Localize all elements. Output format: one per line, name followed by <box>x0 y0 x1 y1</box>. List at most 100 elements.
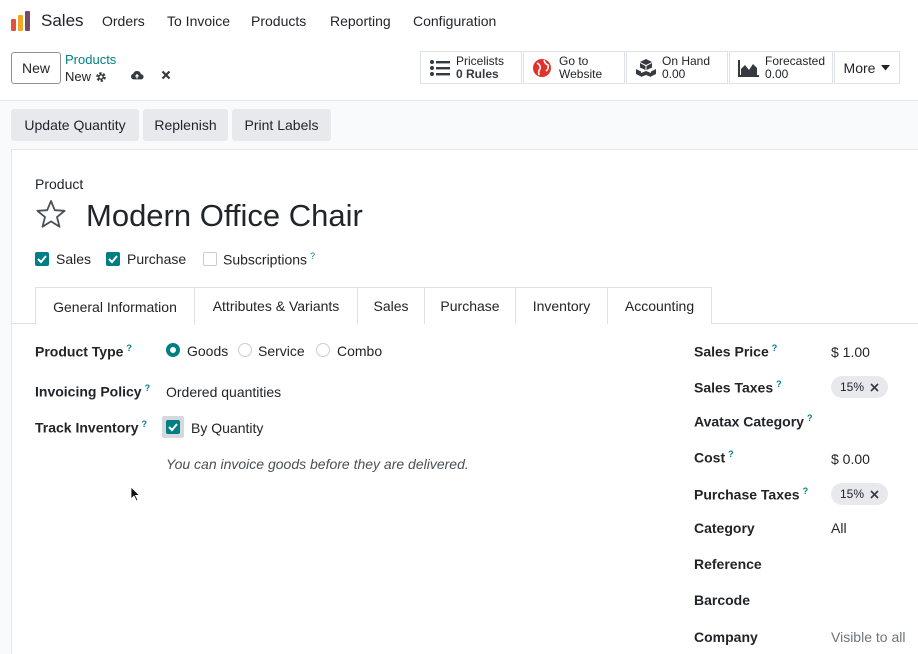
sales-tax-tag[interactable]: 15% <box>831 376 889 398</box>
help-tooltip-icon[interactable]: ? <box>145 383 151 393</box>
purchase-taxes-label-text: Purchase Taxes <box>694 486 800 503</box>
tab-attributes-variants[interactable]: Attributes & Variants <box>194 287 358 324</box>
new-button[interactable]: New <box>11 52 61 84</box>
more-label: More <box>843 59 876 76</box>
check-icon <box>108 255 118 264</box>
menu-configuration[interactable]: Configuration <box>413 13 496 29</box>
combo-radio[interactable] <box>316 343 330 357</box>
tab-general-information[interactable]: General Information <box>35 287 195 325</box>
more-button[interactable]: More <box>834 51 900 84</box>
on-hand-label: On Hand <box>662 53 711 68</box>
sales-taxes-label-text: Sales Taxes <box>694 379 774 396</box>
menu-reporting[interactable]: Reporting <box>330 13 391 29</box>
tab-purchase[interactable]: Purchase <box>424 287 516 324</box>
combo-radio-label[interactable]: Combo <box>337 343 382 359</box>
control-panel: New Products New Pricelists 0 Rules Go to… <box>0 42 918 101</box>
product-type-label-text: Product Type <box>35 343 124 360</box>
invoicing-policy-label-text: Invoicing Policy <box>35 383 142 400</box>
go-to-label: Go to <box>559 53 589 68</box>
category-label: Category <box>694 520 755 536</box>
menu-products[interactable]: Products <box>251 13 306 29</box>
avatax-category-label: Avatax Category? <box>694 413 812 430</box>
product-name-input[interactable]: Modern Office Chair <box>86 198 363 234</box>
print-labels-button[interactable]: Print Labels <box>232 109 331 141</box>
check-icon <box>37 255 47 264</box>
globe-icon <box>533 58 551 77</box>
purchase-tax-tag-label: 15% <box>840 487 865 501</box>
remove-tag-icon[interactable] <box>870 382 879 392</box>
subscriptions-label-text: Subscriptions <box>223 251 308 268</box>
goods-radio-label[interactable]: Goods <box>187 343 228 359</box>
app-name[interactable]: Sales <box>41 11 84 31</box>
cloud-upload-icon[interactable] <box>130 68 144 82</box>
on-hand-button[interactable]: On Hand 0.00 <box>626 51 728 84</box>
sales-app-icon[interactable] <box>10 10 32 32</box>
star-icon[interactable] <box>35 199 67 229</box>
list-icon <box>430 59 450 76</box>
reference-label: Reference <box>694 556 762 572</box>
purchase-tax-tag[interactable]: 15% <box>831 483 889 505</box>
cost-label: Cost? <box>694 449 734 466</box>
gear-icon[interactable] <box>95 71 107 83</box>
sales-checkbox[interactable] <box>35 252 49 266</box>
sales-taxes-label: Sales Taxes? <box>694 379 782 396</box>
menu-orders[interactable]: Orders <box>102 13 145 29</box>
menu-to-invoice[interactable]: To Invoice <box>167 13 230 29</box>
barcode-label: Barcode <box>694 592 751 608</box>
sales-checkbox-label[interactable]: Sales <box>56 251 91 267</box>
forecasted-button[interactable]: Forecasted 0.00 <box>729 51 833 84</box>
subscriptions-checkbox-label[interactable]: Subscriptions? <box>223 251 315 268</box>
purchase-taxes-label: Purchase Taxes? <box>694 486 808 503</box>
breadcrumb-products[interactable]: Products <box>65 52 116 67</box>
breadcrumb-current: New <box>65 69 107 84</box>
forecasted-value: 0.00 <box>765 66 789 81</box>
subscriptions-checkbox[interactable] <box>203 252 217 266</box>
invoicing-policy-select[interactable]: Ordered quantities <box>166 384 281 400</box>
category-select[interactable]: All <box>831 520 847 536</box>
cost-input[interactable]: $ 0.00 <box>831 451 870 467</box>
on-hand-value: 0.00 <box>662 66 686 81</box>
discard-x-icon[interactable] <box>159 68 173 82</box>
area-chart-icon <box>738 59 759 77</box>
invoicing-hint: You can invoice goods before they are de… <box>166 456 469 472</box>
replenish-button[interactable]: Replenish <box>143 109 228 141</box>
help-tooltip-icon[interactable]: ? <box>772 343 778 353</box>
remove-tag-icon[interactable] <box>870 489 879 499</box>
help-tooltip-icon[interactable]: ? <box>126 343 132 353</box>
pricelists-button[interactable]: Pricelists 0 Rules <box>420 51 522 84</box>
product-field-label: Product <box>35 176 84 192</box>
cost-label-text: Cost <box>694 449 726 466</box>
product-type-label: Product Type? <box>35 343 132 360</box>
go-to-website-button[interactable]: Go to Website <box>523 51 625 84</box>
tab-inventory[interactable]: Inventory <box>515 287 608 324</box>
cubes-icon <box>636 58 656 77</box>
sales-price-label-text: Sales Price <box>694 343 769 360</box>
update-quantity-button[interactable]: Update Quantity <box>11 109 139 141</box>
help-tooltip-icon[interactable]: ? <box>310 251 315 261</box>
avatax-category-label-text: Avatax Category <box>694 413 804 430</box>
service-radio-label[interactable]: Service <box>258 343 305 359</box>
sales-price-input[interactable]: $ 1.00 <box>831 344 870 360</box>
help-tooltip-icon[interactable]: ? <box>142 419 148 429</box>
tab-sales[interactable]: Sales <box>357 287 425 324</box>
track-inventory-checkbox[interactable] <box>166 420 180 434</box>
help-tooltip-icon[interactable]: ? <box>728 449 734 459</box>
help-tooltip-icon[interactable]: ? <box>803 486 809 496</box>
goods-radio[interactable] <box>166 343 180 357</box>
check-icon <box>168 423 178 432</box>
purchase-checkbox-label[interactable]: Purchase <box>127 251 186 267</box>
help-tooltip-icon[interactable]: ? <box>807 413 813 423</box>
service-radio[interactable] <box>238 343 252 357</box>
pricelists-label: Pricelists <box>456 53 505 68</box>
company-select[interactable]: Visible to all <box>831 629 905 645</box>
mouse-pointer-icon <box>130 486 140 502</box>
track-inventory-label-text: Track Inventory <box>35 419 139 436</box>
purchase-checkbox[interactable] <box>106 252 120 266</box>
track-inventory-method[interactable]: By Quantity <box>191 420 263 436</box>
invoicing-policy-label: Invoicing Policy? <box>35 383 150 400</box>
top-navbar: Sales Orders To Invoice Products Reporti… <box>0 0 918 42</box>
caret-down-icon <box>881 64 891 70</box>
sales-price-label: Sales Price? <box>694 343 777 360</box>
help-tooltip-icon[interactable]: ? <box>776 379 782 389</box>
tab-accounting[interactable]: Accounting <box>607 287 712 324</box>
